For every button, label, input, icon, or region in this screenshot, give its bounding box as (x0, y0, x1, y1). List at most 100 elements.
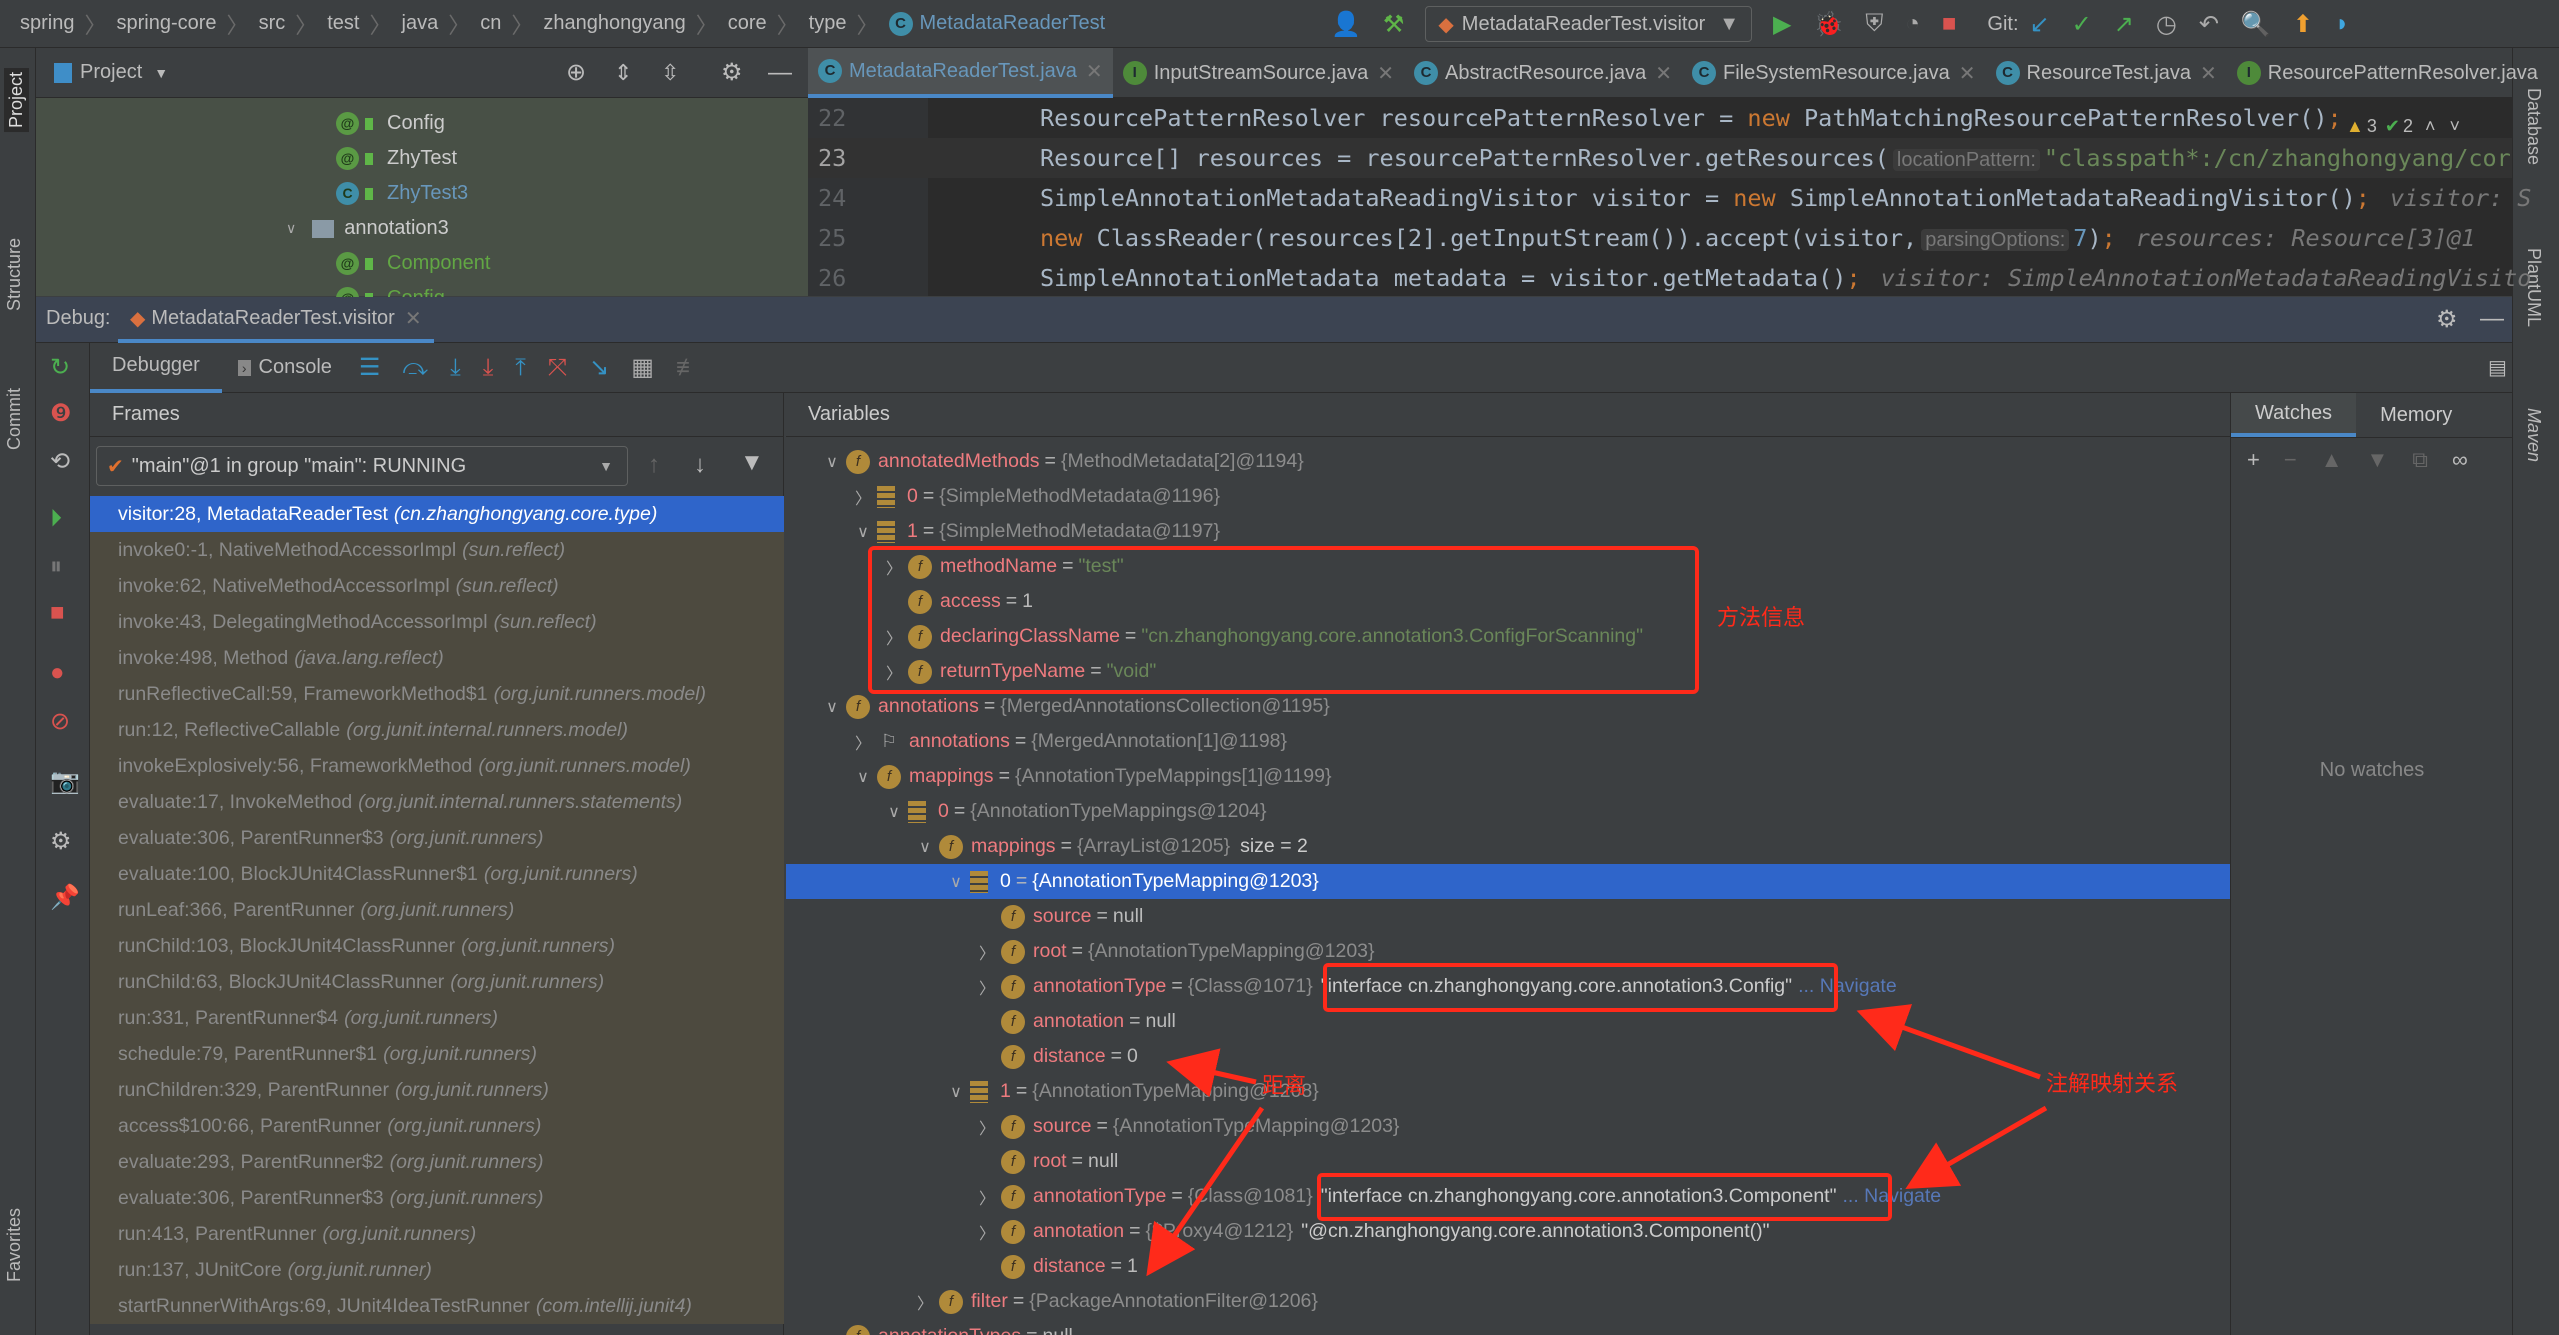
editor-tab[interactable]: C AbstractResource.java ✕ (1404, 48, 1682, 98)
chevron-right-icon[interactable]: 〉 (973, 1115, 1001, 1139)
breadcrumb-item[interactable]: cn 〉 (480, 8, 543, 40)
variable-row[interactable]: f annotationTypes = null (786, 1319, 2230, 1335)
breadcrumb-current-class[interactable]: C MetadataReaderTest (888, 11, 1105, 36)
chevron-down-icon[interactable]: ∨ (880, 802, 908, 822)
close-icon[interactable]: ✕ (1377, 61, 1394, 86)
tool-window-database[interactable]: Database (2523, 88, 2544, 165)
stack-frame[interactable]: evaluate:306, ParentRunner$3 (org.junit.r… (90, 1180, 784, 1216)
tool-window-maven[interactable]: Maven (2523, 408, 2544, 462)
variable-row[interactable]: ∨ f annotations = {MergedAnnotationsCollecti… (786, 689, 2230, 724)
project-tree-item[interactable]: ∨ annotation3 (286, 211, 449, 246)
run-to-cursor-icon[interactable]: ↘ (589, 353, 609, 382)
editor-tab[interactable]: C MetadataReaderTest.java ✕ (808, 48, 1113, 98)
glasses-icon[interactable]: ∞ (2452, 447, 2468, 473)
move-up-icon[interactable]: ▲ (2321, 447, 2343, 473)
coverage-icon[interactable]: ⛨ (1865, 10, 1883, 38)
editor-tab[interactable]: C ResourceTest.java ✕ (1986, 48, 2227, 98)
run-icon[interactable]: ▶ (1773, 10, 1791, 39)
tab-memory[interactable]: Memory (2356, 393, 2476, 437)
stack-frame[interactable]: invoke:62, NativeMethodAccessorImpl (sun.… (90, 568, 784, 604)
collapse-all-icon[interactable]: ⇳ (661, 60, 679, 86)
tool-window-commit[interactable]: Commit (4, 388, 25, 450)
copy-icon[interactable]: ⧉ (2412, 447, 2428, 473)
chevron-right-icon[interactable]: 〉 (880, 625, 908, 649)
gear-icon[interactable]: ⚙ (721, 58, 743, 87)
close-icon[interactable]: ✕ (1959, 61, 1976, 86)
arrow-down-icon[interactable]: ↓ (694, 451, 706, 479)
stop-icon[interactable]: ■ (50, 599, 65, 627)
variable-row[interactable]: f distance = 0 (786, 1039, 2230, 1074)
arrow-up-icon[interactable]: ↑ (648, 451, 660, 479)
chevron-right-icon[interactable]: 〉 (973, 975, 1001, 999)
stack-frame[interactable]: runChild:63, BlockJUnit4ClassRunner (org.… (90, 964, 784, 1000)
stack-frame[interactable]: startRunnerWithArgs:69, JUnit4IdeaTestRu… (90, 1288, 784, 1324)
code-line[interactable]: 25 new ClassReader(resources[2].getInputS… (808, 218, 2512, 258)
update-icon[interactable]: ⬆ (2293, 10, 2313, 39)
mute-breakpoints-icon[interactable]: ⊘ (50, 707, 70, 736)
breadcrumb-item[interactable]: java 〉 (402, 8, 481, 40)
chevron-right-icon[interactable]: 〉 (880, 555, 908, 579)
code-line[interactable]: 26 SimpleAnnotationMetadata metadata = vi… (808, 258, 2531, 298)
variable-row[interactable]: 〉 f annotationType = {Class@1081} "interface … (786, 1179, 2230, 1214)
variable-row[interactable]: 〉 f methodName = "test" (786, 549, 2230, 584)
variable-row[interactable]: f root = null (786, 1144, 2230, 1179)
chevron-right-icon[interactable]: 〉 (911, 1290, 939, 1314)
git-push-icon[interactable]: ↗ (2114, 10, 2134, 39)
view-breakpoints-icon[interactable]: ● (50, 659, 65, 687)
step-over-icon[interactable]: ⤼ (402, 354, 428, 382)
rerun-failed-icon[interactable]: ❾ (50, 399, 72, 428)
remove-watch-icon[interactable]: − (2284, 447, 2297, 473)
chevron-down-icon[interactable]: ▼ (154, 65, 168, 81)
stack-frame[interactable]: evaluate:100, BlockJUnit4ClassRunner$1 (o… (90, 856, 784, 892)
project-tree-item[interactable]: @ Config (336, 106, 445, 141)
variable-row[interactable]: f annotation = null (786, 1004, 2230, 1039)
chevron-up-icon[interactable]: ˄ (2425, 116, 2436, 137)
thread-select[interactable]: ✔ "main"@1 in group "main": RUNNING ▼ (96, 446, 628, 486)
locate-icon[interactable]: ⊕ (566, 58, 586, 87)
chevron-down-icon[interactable]: ∨ (818, 452, 846, 472)
variable-row[interactable]: ∨ 1 = {SimpleMethodMetadata@1197} (786, 514, 2230, 549)
pause-icon[interactable]: ⏸ (50, 553, 62, 581)
debug-icon[interactable]: 🐞 (1814, 10, 1844, 39)
code-line[interactable]: 23 Resource[] resources = resourcePattern… (808, 138, 2512, 178)
stack-frame[interactable]: evaluate:293, ParentRunner$2 (org.junit.r… (90, 1144, 784, 1180)
chevron-right-icon[interactable]: 〉 (849, 730, 877, 754)
code-line[interactable]: 24 SimpleAnnotationMetadataReadingVisitor… (808, 178, 2531, 218)
variable-row[interactable]: 〉 f source = {AnnotationTypeMapping@1203} (786, 1109, 2230, 1144)
stack-frame[interactable]: run:413, ParentRunner (org.junit.runners) (90, 1216, 784, 1252)
stack-frame[interactable]: schedule:79, ParentRunner$1 (org.junit.ru… (90, 1036, 784, 1072)
gear-icon[interactable]: ⚙ (2436, 305, 2458, 334)
stop-icon[interactable]: ■ (1942, 10, 1957, 38)
resume-icon[interactable]: ⏵ (50, 505, 62, 533)
chevron-down-icon[interactable]: ∨ (942, 872, 970, 892)
chevron-down-icon[interactable]: ∨ (849, 767, 877, 787)
filter-icon[interactable]: ▼ (740, 449, 764, 477)
close-icon[interactable]: ✕ (1086, 59, 1103, 84)
evaluate-expression-icon[interactable]: ▦ (631, 353, 654, 382)
editor-tab[interactable]: I InputStreamSource.java ✕ (1113, 48, 1404, 98)
tab-console[interactable]: › Console (222, 343, 348, 393)
variable-row[interactable]: f distance = 1 (786, 1249, 2230, 1284)
navigate-link[interactable]: ... Navigate (1843, 1185, 1942, 1208)
force-step-into-icon[interactable]: ⤓ (483, 354, 494, 382)
variable-row[interactable]: f access = 1 (786, 584, 2230, 619)
history-icon[interactable]: ◷ (2156, 10, 2177, 39)
variable-row[interactable]: ∨ f annotatedMethods = {MethodMetadata[2]@11… (786, 444, 2230, 479)
variable-row[interactable]: ∨ 1 = {AnnotationTypeMapping@1208} (786, 1074, 2230, 1109)
stack-frame[interactable]: run:331, ParentRunner$4 (org.junit.runner… (90, 1000, 784, 1036)
close-icon[interactable]: ✕ (2200, 61, 2217, 86)
chevron-down-icon[interactable]: ˅ (2548, 48, 2559, 97)
chevron-right-icon[interactable]: 〉 (880, 660, 908, 684)
variable-row[interactable]: ∨ 0 = {AnnotationTypeMappings@1204} (786, 794, 2230, 829)
chevron-right-icon[interactable]: 〉 (973, 1185, 1001, 1209)
chevron-right-icon[interactable]: 〉 (973, 940, 1001, 964)
stack-frame[interactable]: runChildren:329, ParentRunner (org.junit.… (90, 1072, 784, 1108)
variable-row[interactable]: 〉 f annotationType = {Class@1071} "interface … (786, 969, 2230, 1004)
project-tree-item[interactable]: @ ZhyTest (336, 141, 457, 176)
variable-row[interactable]: f source = null (786, 899, 2230, 934)
breadcrumb-item[interactable]: spring-core 〉 (117, 8, 259, 40)
variable-row[interactable]: ∨ 0 = {AnnotationTypeMapping@1203} (786, 864, 2230, 899)
stack-frame[interactable]: runChild:103, BlockJUnit4ClassRunner (org… (90, 928, 784, 964)
show-execution-point-icon[interactable]: ☰ (359, 353, 381, 382)
variable-row[interactable]: ∨ f mappings = {AnnotationTypeMappings[1]@11… (786, 759, 2230, 794)
